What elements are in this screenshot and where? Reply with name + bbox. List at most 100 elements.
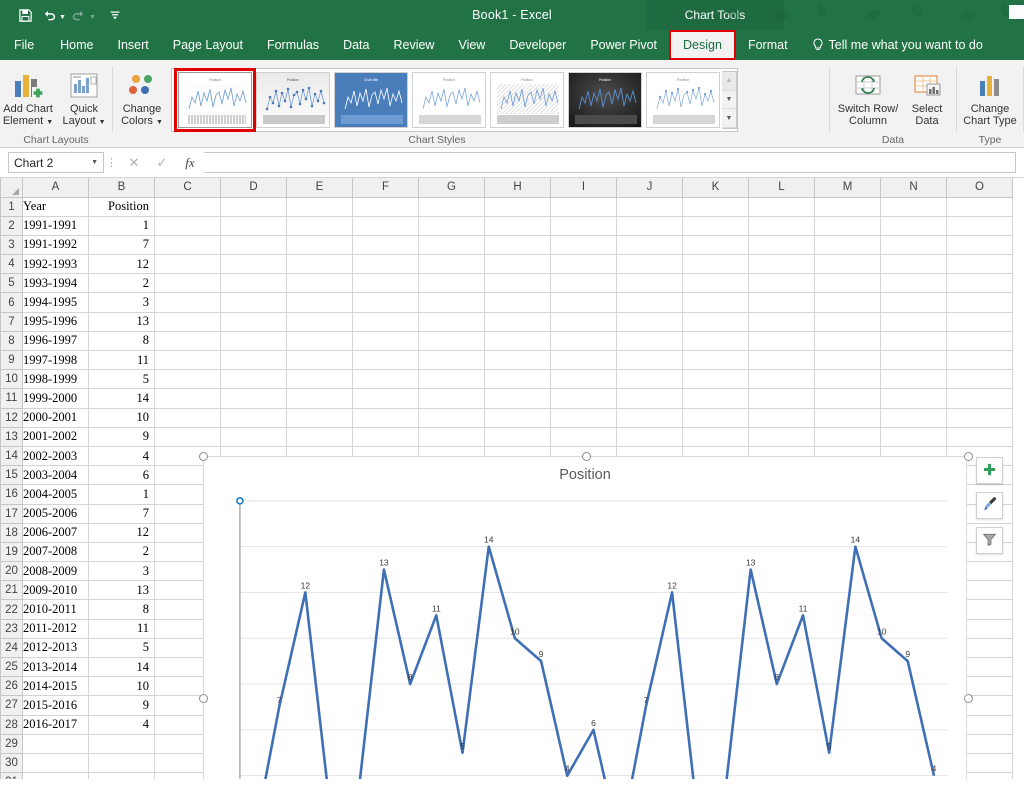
name-box-dropdown-icon[interactable]: ▼ (91, 159, 98, 166)
cell-I11[interactable] (550, 388, 617, 409)
row-header-31[interactable]: 31 (0, 772, 23, 779)
row-header-14[interactable]: 14 (0, 445, 23, 467)
cell-B18[interactable]: 12 (88, 522, 155, 543)
switch-row-column-button[interactable]: Switch Row/ Column (834, 64, 902, 127)
gallery-scroll-up[interactable]: ▲ (722, 72, 736, 91)
cell-F2[interactable] (352, 215, 419, 236)
row-header-27[interactable]: 27 (0, 695, 23, 716)
cell-L13[interactable] (748, 426, 815, 447)
tab-developer[interactable]: Developer (497, 30, 578, 60)
cell-C5[interactable] (154, 273, 221, 294)
cell-N11[interactable] (880, 388, 947, 409)
cell-J9[interactable] (616, 349, 683, 371)
cell-H3[interactable] (484, 234, 551, 256)
cell-I8[interactable] (550, 330, 617, 352)
cell-G8[interactable] (418, 330, 485, 352)
cell-H9[interactable] (484, 349, 551, 371)
column-header-j[interactable]: J (616, 178, 683, 198)
cell-G7[interactable] (418, 311, 485, 332)
cell-K3[interactable] (682, 234, 749, 256)
cell-C3[interactable] (154, 234, 221, 256)
cell-L6[interactable] (748, 292, 815, 313)
row-header-9[interactable]: 9 (0, 349, 23, 371)
cell-H12[interactable] (484, 407, 551, 428)
chart-style-thumbnail-6[interactable]: Position (568, 72, 642, 128)
cell-J2[interactable] (616, 215, 683, 236)
cell-B22[interactable]: 8 (88, 599, 155, 620)
cell-A9[interactable]: 1997-1998 (22, 349, 89, 371)
cell-A20[interactable]: 2008-2009 (22, 561, 89, 582)
column-header-c[interactable]: C (154, 178, 221, 198)
cell-K13[interactable] (682, 426, 749, 447)
cell-B26[interactable]: 10 (88, 676, 155, 697)
cell-G11[interactable] (418, 388, 485, 409)
cell-N12[interactable] (880, 407, 947, 428)
select-data-button[interactable]: Select Data (902, 64, 952, 127)
cell-O1[interactable] (946, 196, 1013, 217)
column-header-i[interactable]: I (550, 178, 617, 198)
cell-A30[interactable] (22, 752, 89, 774)
cell-F10[interactable] (352, 369, 419, 390)
row-header-11[interactable]: 11 (0, 388, 23, 409)
cell-J8[interactable] (616, 330, 683, 352)
cell-N8[interactable] (880, 330, 947, 352)
cell-B8[interactable]: 8 (88, 330, 155, 352)
tab-review[interactable]: Review (381, 30, 446, 60)
column-header-e[interactable]: E (286, 178, 353, 198)
chart-style-thumbnail-7[interactable]: Position (646, 72, 720, 128)
cell-D1[interactable] (220, 196, 287, 217)
tab-view[interactable]: View (446, 30, 497, 60)
cell-B4[interactable]: 12 (88, 254, 155, 275)
cell-F13[interactable] (352, 426, 419, 447)
chart-style-thumbnail-5[interactable]: Position (490, 72, 564, 128)
cell-O2[interactable] (946, 215, 1013, 236)
cell-K2[interactable] (682, 215, 749, 236)
cell-C6[interactable] (154, 292, 221, 313)
cell-C12[interactable] (154, 407, 221, 428)
cell-B7[interactable]: 13 (88, 311, 155, 332)
cell-D12[interactable] (220, 407, 287, 428)
cell-L12[interactable] (748, 407, 815, 428)
series-line-position[interactable] (253, 545, 936, 779)
cell-G4[interactable] (418, 254, 485, 275)
cell-C1[interactable] (154, 196, 221, 217)
cell-B21[interactable]: 13 (88, 580, 155, 601)
undo-icon[interactable] (38, 4, 60, 26)
cell-B19[interactable]: 2 (88, 541, 155, 563)
row-header-18[interactable]: 18 (0, 522, 23, 543)
cell-I2[interactable] (550, 215, 617, 236)
cell-M8[interactable] (814, 330, 881, 352)
cell-H7[interactable] (484, 311, 551, 332)
cell-A12[interactable]: 2000-2001 (22, 407, 89, 428)
cell-B6[interactable]: 3 (88, 292, 155, 313)
cell-G1[interactable] (418, 196, 485, 217)
cell-O6[interactable] (946, 292, 1013, 313)
cell-K11[interactable] (682, 388, 749, 409)
cell-E6[interactable] (286, 292, 353, 313)
cell-A13[interactable]: 2001-2002 (22, 426, 89, 447)
chart-style-thumbnail-4[interactable]: Position (412, 72, 486, 128)
cell-A24[interactable]: 2012-2013 (22, 637, 89, 659)
chart-handle-ne[interactable] (964, 452, 973, 461)
cell-O3[interactable] (946, 234, 1013, 256)
add-chart-element-button[interactable]: Add Chart Element ▼ (0, 64, 56, 129)
cell-F7[interactable] (352, 311, 419, 332)
quick-layout-button[interactable]: Quick Layout ▼ (56, 64, 112, 129)
formula-input[interactable] (204, 152, 1016, 173)
cell-A7[interactable]: 1995-1996 (22, 311, 89, 332)
cell-L9[interactable] (748, 349, 815, 371)
cell-E10[interactable] (286, 369, 353, 390)
cell-K8[interactable] (682, 330, 749, 352)
cell-B28[interactable]: 4 (88, 714, 155, 735)
cell-D9[interactable] (220, 349, 287, 371)
cell-B3[interactable]: 7 (88, 234, 155, 256)
cell-M7[interactable] (814, 311, 881, 332)
cell-H10[interactable] (484, 369, 551, 390)
cell-A15[interactable]: 2003-2004 (22, 465, 89, 486)
cell-O9[interactable] (946, 349, 1013, 371)
column-header-g[interactable]: G (418, 178, 485, 198)
cell-B12[interactable]: 10 (88, 407, 155, 428)
tab-formulas[interactable]: Formulas (255, 30, 331, 60)
cell-I9[interactable] (550, 349, 617, 371)
cell-D7[interactable] (220, 311, 287, 332)
